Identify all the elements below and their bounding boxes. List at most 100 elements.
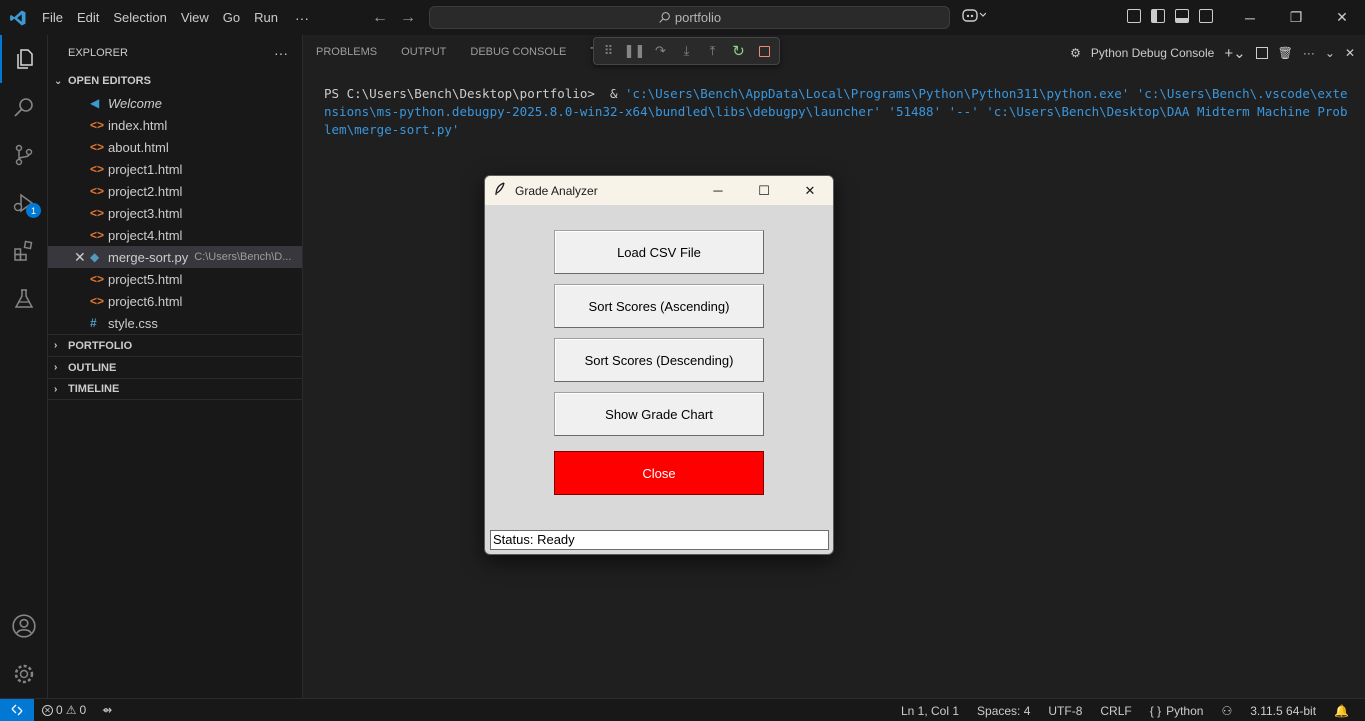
open-editor-about-html[interactable]: <> about.html bbox=[48, 136, 302, 158]
menu-view[interactable]: View bbox=[174, 0, 216, 35]
tab-problems[interactable]: PROBLEMS bbox=[304, 35, 389, 70]
file-name: merge-sort.py bbox=[108, 249, 189, 265]
html-icon: <> bbox=[90, 140, 105, 154]
python-interpreter[interactable]: 3.11.5 64-bit bbox=[1250, 704, 1316, 718]
chevron-down-icon[interactable]: ⌄ bbox=[1325, 46, 1335, 60]
forward-arrow-icon[interactable]: → bbox=[400, 9, 416, 27]
terminal-gear-icon: ⚙ bbox=[1070, 45, 1081, 60]
open-editor-index-html[interactable]: <> index.html bbox=[48, 114, 302, 136]
remote-indicator-icon[interactable] bbox=[0, 698, 34, 721]
source-control-icon[interactable] bbox=[0, 131, 48, 179]
close-button[interactable]: Close bbox=[554, 451, 764, 495]
minimize-icon[interactable]: ─ bbox=[1227, 0, 1273, 35]
app-title-bar[interactable]: Grade Analyzer ─ ☐ ✕ bbox=[485, 176, 833, 205]
accounts-icon[interactable] bbox=[0, 602, 48, 650]
sort-descending-button[interactable]: Sort Scores (Descending) bbox=[554, 338, 764, 382]
extensions-icon[interactable] bbox=[0, 227, 48, 275]
open-editors-section[interactable]: ⌄ OPEN EDITORS bbox=[48, 70, 302, 92]
app-maximize-icon[interactable]: ☐ bbox=[741, 176, 787, 205]
sort-ascending-button[interactable]: Sort Scores (Ascending) bbox=[554, 284, 764, 328]
file-name: project6.html bbox=[108, 293, 183, 309]
close-window-icon[interactable]: ✕ bbox=[1319, 0, 1365, 35]
copilot-status-icon[interactable]: ⚇ bbox=[1221, 704, 1232, 718]
encoding[interactable]: UTF-8 bbox=[1048, 704, 1082, 718]
show-grade-chart-button[interactable]: Show Grade Chart bbox=[554, 392, 764, 436]
file-name: style.css bbox=[108, 315, 158, 331]
drag-handle-icon[interactable]: ⠿ bbox=[600, 43, 617, 60]
file-name: project1.html bbox=[108, 161, 183, 177]
step-into-icon[interactable]: ⤓ bbox=[678, 43, 695, 60]
braces-icon: { } bbox=[1149, 703, 1162, 718]
file-path: C:\Users\Bench\D... bbox=[194, 251, 292, 263]
toggle-sidebar-icon[interactable] bbox=[1151, 9, 1165, 23]
section-label: PORTFOLIO bbox=[68, 339, 133, 352]
terminal-name[interactable]: Python Debug Console bbox=[1091, 46, 1214, 60]
indentation[interactable]: Spaces: 4 bbox=[977, 704, 1030, 718]
language-mode[interactable]: { } Python bbox=[1150, 704, 1204, 718]
open-editor-merge-sort-py[interactable]: ✕ ◆ merge-sort.py C:\Users\Bench\D... bbox=[48, 246, 302, 268]
new-terminal-icon[interactable]: +⌄ bbox=[1224, 44, 1245, 62]
open-editor-style-css[interactable]: # style.css bbox=[48, 312, 302, 334]
command-center-search[interactable]: portfolio bbox=[429, 6, 950, 29]
search-view-icon[interactable] bbox=[0, 83, 48, 131]
html-icon: <> bbox=[90, 272, 105, 286]
warning-icon: ⚠ bbox=[65, 703, 77, 717]
more-actions-icon[interactable]: ··· bbox=[1303, 46, 1315, 60]
terminal-output[interactable]: PS C:\Users\Bench\Desktop\portfolio> & '… bbox=[324, 85, 1354, 139]
restart-icon[interactable]: ↻ bbox=[730, 43, 747, 60]
close-panel-icon[interactable]: ✕ bbox=[1345, 46, 1355, 60]
settings-gear-icon[interactable] bbox=[0, 650, 48, 698]
chevron-right-icon: › bbox=[54, 362, 58, 373]
split-terminal-icon[interactable] bbox=[1255, 46, 1268, 59]
run-debug-icon[interactable] bbox=[0, 179, 48, 227]
html-icon: <> bbox=[90, 184, 105, 198]
outline-section[interactable]: › OUTLINE bbox=[48, 356, 302, 378]
open-editor-project2-html[interactable]: <> project2.html bbox=[48, 180, 302, 202]
open-editor-project3-html[interactable]: <> project3.html bbox=[48, 202, 302, 224]
errors-status[interactable]: ✕ 0 ⚠ 0 bbox=[42, 703, 86, 717]
open-editor-project5-html[interactable]: <> project5.html bbox=[48, 268, 302, 290]
menu-file[interactable]: File bbox=[35, 0, 70, 35]
restore-icon[interactable]: ❐ bbox=[1273, 0, 1319, 35]
tab-debug-console[interactable]: DEBUG CONSOLE bbox=[458, 35, 578, 70]
load-csv-button[interactable]: Load CSV File bbox=[554, 230, 764, 274]
menu-more-button[interactable]: ··· bbox=[285, 10, 319, 26]
menu-edit[interactable]: Edit bbox=[70, 0, 106, 35]
cursor-position[interactable]: Ln 1, Col 1 bbox=[901, 704, 959, 718]
toggle-panel-left-icon[interactable] bbox=[1127, 9, 1141, 23]
explorer-more-button[interactable]: ··· bbox=[274, 45, 288, 61]
timeline-section[interactable]: › TIMELINE bbox=[48, 378, 302, 400]
close-editor-icon[interactable]: ✕ bbox=[74, 249, 86, 266]
open-editor-project6-html[interactable]: <> project6.html bbox=[48, 290, 302, 312]
vscode-icon: ◀ bbox=[90, 96, 100, 110]
chevron-down-icon: ⌄ bbox=[54, 75, 63, 87]
back-arrow-icon[interactable]: ← bbox=[372, 9, 388, 27]
menu-run[interactable]: Run bbox=[247, 0, 285, 35]
toggle-panel-icon[interactable] bbox=[1175, 9, 1189, 23]
open-editor-project1-html[interactable]: <> project1.html bbox=[48, 158, 302, 180]
line-endings[interactable]: CRLF bbox=[1100, 704, 1131, 718]
toggle-secondary-sidebar-icon[interactable] bbox=[1199, 9, 1213, 23]
step-over-icon[interactable]: ↷ bbox=[652, 43, 669, 60]
step-out-icon[interactable]: ⤒ bbox=[704, 43, 721, 60]
pause-icon[interactable]: ❚❚ bbox=[624, 43, 646, 60]
app-close-icon[interactable]: ✕ bbox=[787, 176, 833, 205]
explorer-icon[interactable] bbox=[0, 35, 48, 83]
open-editor-project4-html[interactable]: <> project4.html bbox=[48, 224, 302, 246]
app-minimize-icon[interactable]: ─ bbox=[695, 176, 741, 205]
notifications-bell-icon[interactable]: 🔔 bbox=[1334, 704, 1349, 718]
vscode-logo-icon bbox=[0, 0, 35, 35]
status-bar: ✕ 0 ⚠ 0 ⇴ Ln 1, Col 1 Spaces: 4 UTF-8 CR… bbox=[0, 698, 1365, 721]
testing-flask-icon[interactable] bbox=[0, 275, 48, 323]
menu-selection[interactable]: Selection bbox=[106, 0, 173, 35]
tab-output[interactable]: OUTPUT bbox=[389, 35, 458, 70]
copilot-icon[interactable] bbox=[962, 8, 987, 25]
menu-go[interactable]: Go bbox=[216, 0, 247, 35]
stop-icon[interactable] bbox=[756, 43, 773, 60]
open-editor-welcome[interactable]: ◀ Welcome bbox=[48, 92, 302, 114]
explorer-title: EXPLORER bbox=[68, 46, 128, 59]
kill-terminal-icon[interactable]: 🗑 bbox=[1278, 46, 1293, 60]
debug-launch-icon[interactable]: ⇴ bbox=[102, 703, 112, 717]
portfolio-section[interactable]: › PORTFOLIO bbox=[48, 334, 302, 356]
grade-analyzer-window: Grade Analyzer ─ ☐ ✕ Load CSV File Sort … bbox=[484, 175, 834, 555]
